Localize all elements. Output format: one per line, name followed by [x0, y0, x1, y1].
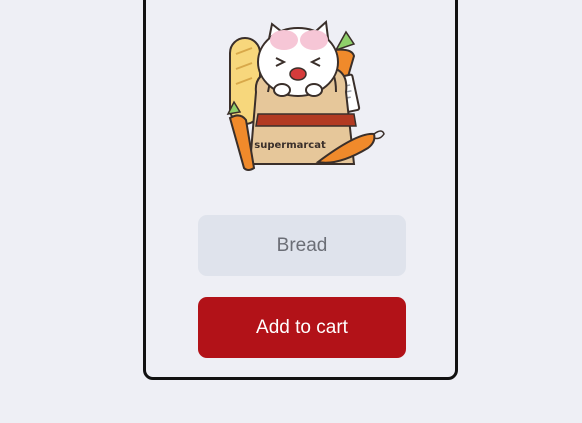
supermarcat-bag-illustration: supermarcat [226, 19, 385, 171]
item-name-input[interactable] [198, 215, 406, 276]
cat-mascot-icon [257, 19, 339, 97]
bag-brand-text: supermarcat [254, 140, 326, 151]
add-to-cart-button[interactable]: Add to cart [198, 297, 406, 358]
